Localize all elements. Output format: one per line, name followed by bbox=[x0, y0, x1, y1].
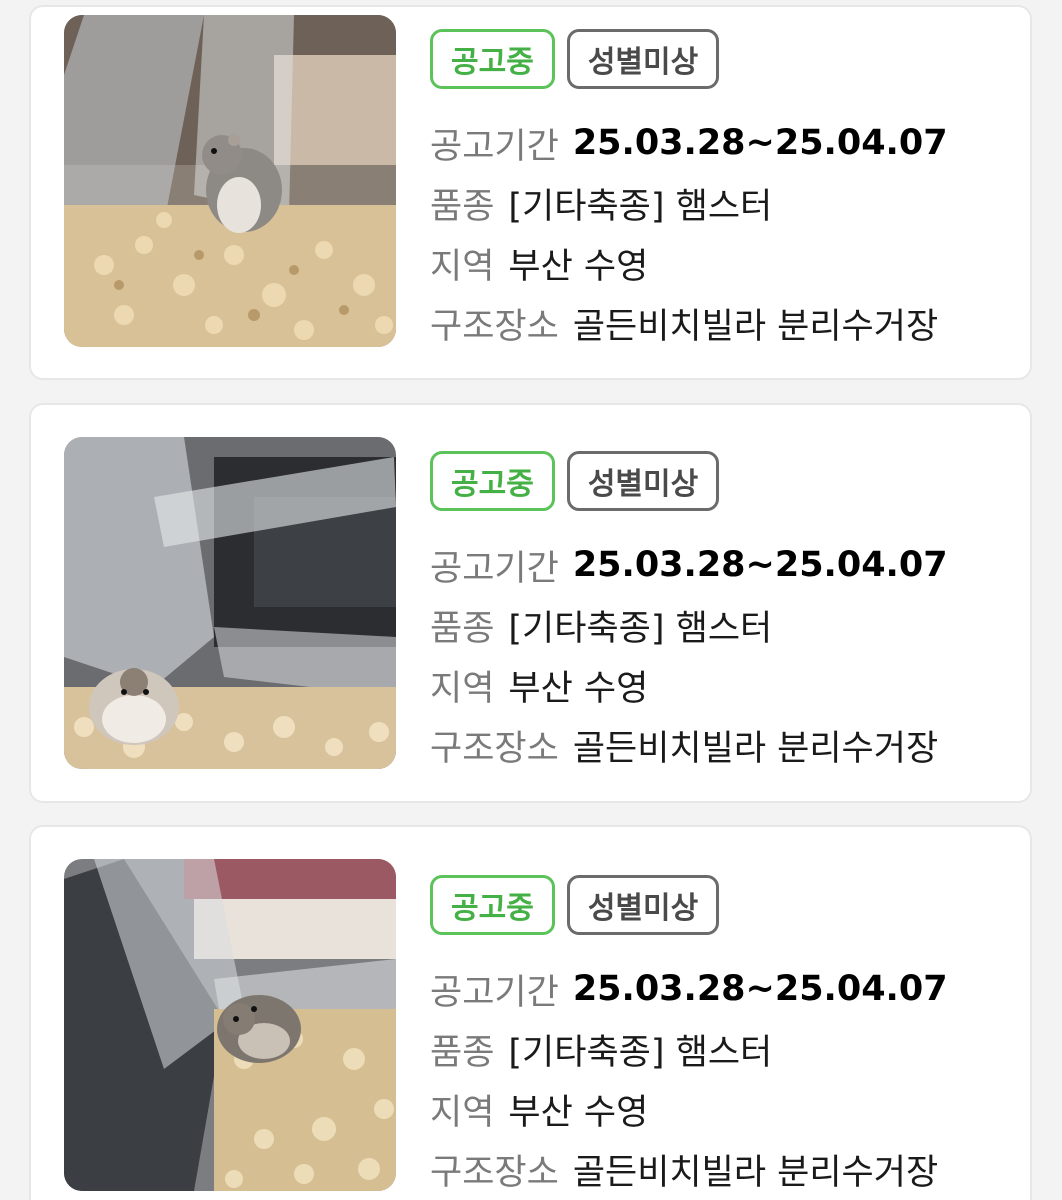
region-row: 지역 부산 수영 bbox=[430, 233, 1010, 293]
sex-badge: 성별미상 bbox=[566, 875, 720, 935]
listing-card[interactable]: 공고중 성별미상 공고기간 25.03.28~25.04.07 품종 [기타축종… bbox=[29, 825, 1032, 1200]
breed-row: 품종 [기타축종] 햄스터 bbox=[430, 1019, 1010, 1079]
listing-card[interactable]: 공고중 성별미상 공고기간 25.03.28~25.04.07 품종 [기타축종… bbox=[29, 5, 1032, 380]
breed-value: [기타축종] 햄스터 bbox=[508, 1032, 773, 1073]
period-label: 공고기간 bbox=[430, 972, 559, 1013]
region-label: 지역 bbox=[430, 1092, 495, 1133]
listing-info: 공고중 성별미상 공고기간 25.03.28~25.04.07 품종 [기타축종… bbox=[430, 451, 1010, 775]
period-row: 공고기간 25.03.28~25.04.07 bbox=[430, 535, 1010, 595]
listing-info: 공고중 성별미상 공고기간 25.03.28~25.04.07 품종 [기타축종… bbox=[430, 875, 1010, 1199]
region-row: 지역 부산 수영 bbox=[430, 1079, 1010, 1139]
status-badge: 공고중 bbox=[430, 29, 555, 89]
hamster-photo[interactable] bbox=[64, 15, 396, 347]
period-value: 25.03.28~25.04.07 bbox=[572, 545, 948, 585]
rescue-location-value: 골든비치빌라 분리수거장 bbox=[572, 1152, 939, 1193]
region-row: 지역 부산 수영 bbox=[430, 655, 1010, 715]
region-value: 부산 수영 bbox=[508, 1092, 649, 1133]
status-badge: 공고중 bbox=[430, 451, 555, 511]
period-value: 25.03.28~25.04.07 bbox=[572, 969, 948, 1009]
period-value: 25.03.28~25.04.07 bbox=[572, 123, 948, 163]
badge-group: 공고중 성별미상 bbox=[430, 875, 1010, 935]
region-label: 지역 bbox=[430, 668, 495, 709]
rescue-location-value: 골든비치빌라 분리수거장 bbox=[572, 306, 939, 347]
rescue-location-label: 구조장소 bbox=[430, 1152, 559, 1193]
badge-group: 공고중 성별미상 bbox=[430, 29, 1010, 89]
breed-label: 품종 bbox=[430, 1032, 495, 1073]
region-value: 부산 수영 bbox=[508, 246, 649, 287]
rescue-location-row: 구조장소 골든비치빌라 분리수거장 bbox=[430, 715, 1010, 775]
sex-badge: 성별미상 bbox=[566, 451, 720, 511]
rescue-location-label: 구조장소 bbox=[430, 306, 559, 347]
hamster-photo[interactable] bbox=[64, 437, 396, 769]
breed-row: 품종 [기타축종] 햄스터 bbox=[430, 173, 1010, 233]
region-value: 부산 수영 bbox=[508, 668, 649, 709]
badge-group: 공고중 성별미상 bbox=[430, 451, 1010, 511]
hamster-photo[interactable] bbox=[64, 859, 396, 1191]
period-row: 공고기간 25.03.28~25.04.07 bbox=[430, 959, 1010, 1019]
region-label: 지역 bbox=[430, 246, 495, 287]
period-label: 공고기간 bbox=[430, 126, 559, 167]
period-label: 공고기간 bbox=[430, 548, 559, 589]
breed-value: [기타축종] 햄스터 bbox=[508, 608, 773, 649]
breed-row: 품종 [기타축종] 햄스터 bbox=[430, 595, 1010, 655]
rescue-location-row: 구조장소 골든비치빌라 분리수거장 bbox=[430, 293, 1010, 353]
rescue-location-value: 골든비치빌라 분리수거장 bbox=[572, 728, 939, 769]
animal-listing-list: 공고중 성별미상 공고기간 25.03.28~25.04.07 품종 [기타축종… bbox=[0, 0, 1062, 1200]
rescue-location-label: 구조장소 bbox=[430, 728, 559, 769]
breed-label: 품종 bbox=[430, 608, 495, 649]
status-badge: 공고중 bbox=[430, 875, 555, 935]
breed-label: 품종 bbox=[430, 186, 495, 227]
rescue-location-row: 구조장소 골든비치빌라 분리수거장 bbox=[430, 1139, 1010, 1199]
listing-info: 공고중 성별미상 공고기간 25.03.28~25.04.07 품종 [기타축종… bbox=[430, 29, 1010, 353]
period-row: 공고기간 25.03.28~25.04.07 bbox=[430, 113, 1010, 173]
listing-card[interactable]: 공고중 성별미상 공고기간 25.03.28~25.04.07 품종 [기타축종… bbox=[29, 403, 1032, 803]
sex-badge: 성별미상 bbox=[566, 29, 720, 89]
breed-value: [기타축종] 햄스터 bbox=[508, 186, 773, 227]
